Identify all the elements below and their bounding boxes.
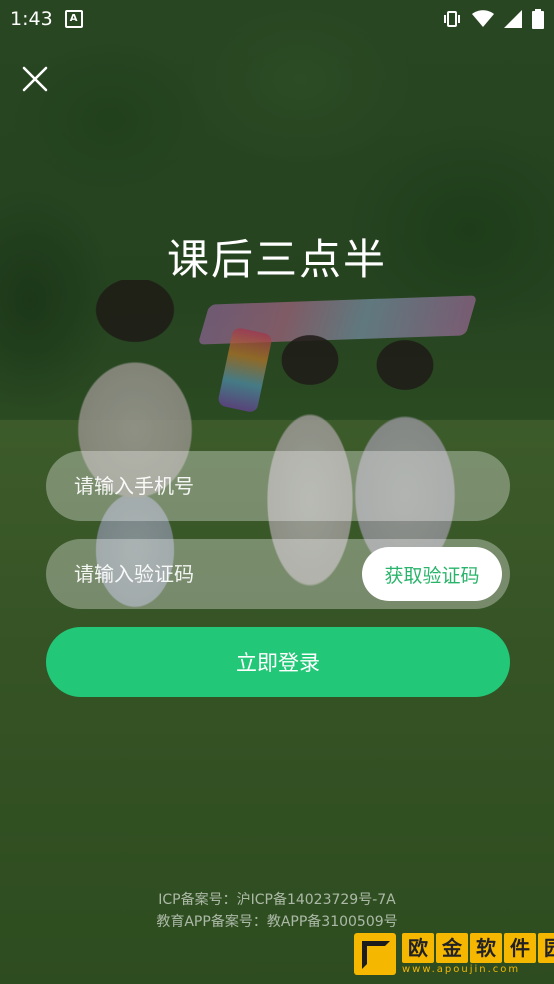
app-title: 课后三点半 xyxy=(166,235,387,284)
wifi-icon xyxy=(472,10,494,28)
status-bar: 1:43 A xyxy=(0,0,554,38)
footer: ICP备案号：沪ICP备14023729号-7A 教育APP备案号：教APP备3… xyxy=(0,889,554,933)
watermark-logo: 欧 金 软 件 园 www.apoujin.com xyxy=(354,932,554,976)
phone-field[interactable] xyxy=(46,451,510,521)
watermark-char: 软 xyxy=(470,933,502,963)
watermark-char: 欧 xyxy=(402,933,434,963)
verification-code-input[interactable] xyxy=(46,539,374,609)
status-time: 1:43 xyxy=(10,8,53,30)
watermark-logo-icon xyxy=(354,933,396,975)
close-icon[interactable] xyxy=(18,62,52,96)
watermark-char: 园 xyxy=(538,933,554,963)
phone-input[interactable] xyxy=(46,451,510,521)
edu-app-filing-text: 教育APP备案号：教APP备3100509号 xyxy=(156,914,398,930)
battery-icon xyxy=(532,9,544,29)
watermark-char: 件 xyxy=(504,933,536,963)
icp-filing-text: ICP备案号：沪ICP备14023729号-7A xyxy=(158,892,396,908)
notification-a-icon: A xyxy=(64,10,83,28)
vibrate-icon xyxy=(442,9,462,29)
login-button[interactable]: 立即登录 xyxy=(46,627,510,697)
watermark-url: www.apoujin.com xyxy=(402,964,521,975)
verification-code-field[interactable]: 获取验证码 xyxy=(46,539,510,609)
get-code-button[interactable]: 获取验证码 xyxy=(362,547,502,601)
watermark-char: 金 xyxy=(436,933,468,963)
signal-icon xyxy=(504,10,522,28)
